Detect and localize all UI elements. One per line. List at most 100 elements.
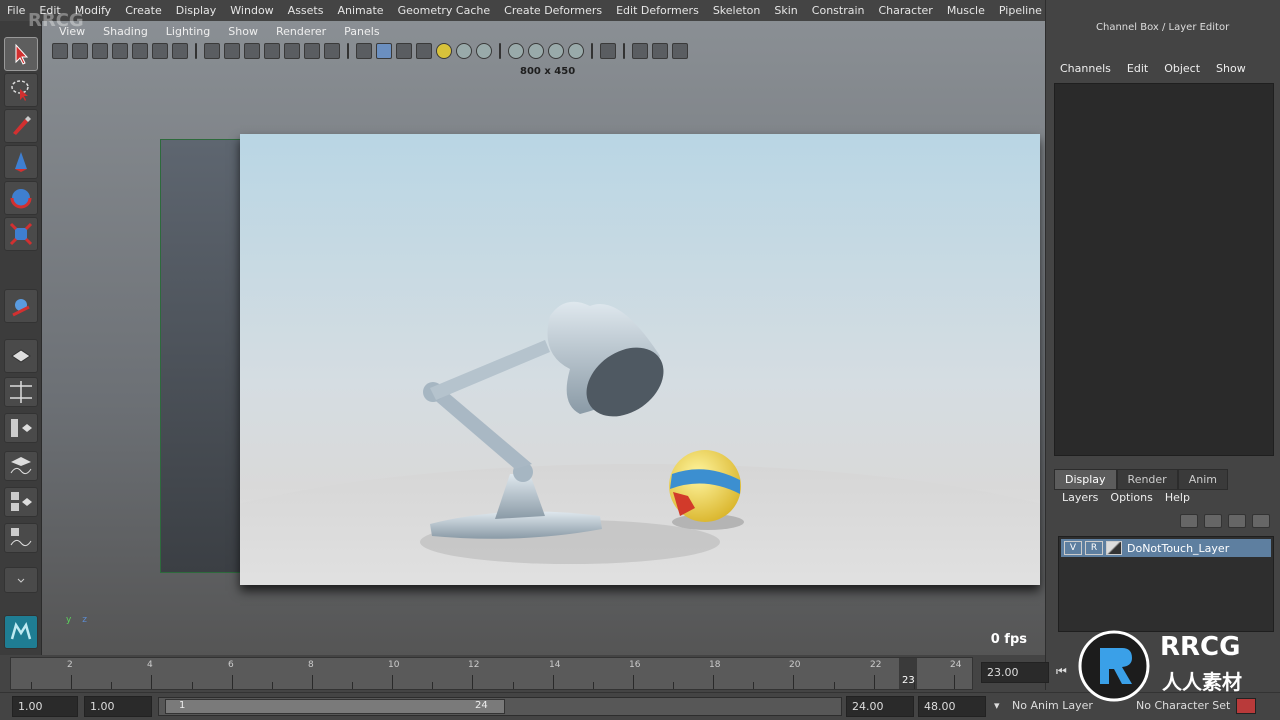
rotate-tool[interactable] bbox=[4, 181, 38, 215]
use-all-lights-icon[interactable] bbox=[436, 43, 452, 59]
paint-select-tool[interactable] bbox=[4, 109, 38, 143]
layout-four-button[interactable] bbox=[4, 377, 38, 407]
manipulator-tool[interactable] bbox=[4, 289, 38, 323]
channel-menu-object[interactable]: Object bbox=[1156, 62, 1208, 75]
layout-hypershade-button[interactable] bbox=[4, 487, 38, 517]
scale-tool[interactable] bbox=[4, 217, 38, 251]
menu-character[interactable]: Character bbox=[872, 4, 940, 17]
range-slider-handle[interactable] bbox=[165, 699, 505, 714]
lasso-icon bbox=[11, 80, 29, 101]
layout-more-button[interactable] bbox=[4, 567, 38, 593]
channel-menu-edit[interactable]: Edit bbox=[1119, 62, 1156, 75]
new-layer-icon[interactable] bbox=[1228, 514, 1246, 528]
anim-end-field[interactable]: 24.00 bbox=[846, 696, 914, 717]
layout-persp-graph-button[interactable] bbox=[4, 523, 38, 553]
move-layer-down-icon[interactable] bbox=[1204, 514, 1222, 528]
default-lighting-icon[interactable] bbox=[476, 43, 492, 59]
multisample-icon[interactable] bbox=[548, 43, 564, 59]
field-chart-icon[interactable] bbox=[284, 43, 300, 59]
panel-menu-panels[interactable]: Panels bbox=[335, 25, 388, 38]
menu-animate[interactable]: Animate bbox=[330, 4, 390, 17]
safe-action-icon[interactable] bbox=[304, 43, 320, 59]
panel-menu-renderer[interactable]: Renderer bbox=[267, 25, 335, 38]
xray-joints-icon[interactable] bbox=[652, 43, 668, 59]
main-menubar: File Edit Modify Create Display Window Assets A… bbox=[0, 0, 1119, 21]
time-tick bbox=[432, 682, 433, 689]
menu-constrain[interactable]: Constrain bbox=[805, 4, 872, 17]
select-camera-icon[interactable] bbox=[52, 43, 68, 59]
textured-icon[interactable] bbox=[416, 43, 432, 59]
current-time-field[interactable]: 23.00 bbox=[981, 662, 1049, 683]
gate-mask-icon[interactable] bbox=[264, 43, 280, 59]
time-slider[interactable]: 23 2 4 6 8 10 12 14 16 18 20 22 24 bbox=[10, 657, 973, 690]
tab-render[interactable]: Render bbox=[1116, 469, 1178, 490]
menu-create[interactable]: Create bbox=[118, 4, 169, 17]
layer-color-swatch[interactable] bbox=[1106, 541, 1122, 555]
move-layer-up-icon[interactable] bbox=[1180, 514, 1198, 528]
isolate-select-icon[interactable] bbox=[600, 43, 616, 59]
layout-graph-button[interactable] bbox=[4, 451, 38, 481]
layer-menu-layers[interactable]: Layers bbox=[1056, 491, 1104, 504]
menu-geometry-cache[interactable]: Geometry Cache bbox=[391, 4, 498, 17]
smooth-shade-icon[interactable] bbox=[376, 43, 392, 59]
xray-icon[interactable] bbox=[632, 43, 648, 59]
menu-assets[interactable]: Assets bbox=[281, 4, 331, 17]
panel-menu-show[interactable]: Show bbox=[219, 25, 267, 38]
channel-box[interactable] bbox=[1054, 83, 1274, 456]
chevron-down-icon[interactable]: ▾ bbox=[994, 699, 1000, 712]
new-layer-selected-icon[interactable] bbox=[1252, 514, 1270, 528]
lasso-tool[interactable] bbox=[4, 73, 38, 107]
time-tick bbox=[513, 682, 514, 689]
motion-blur-icon[interactable] bbox=[528, 43, 544, 59]
menu-edit-deformers[interactable]: Edit Deformers bbox=[609, 4, 706, 17]
layer-menu-options[interactable]: Options bbox=[1104, 491, 1158, 504]
layer-name[interactable]: DoNotTouch_Layer bbox=[1127, 542, 1229, 555]
persp-graph-icon bbox=[10, 528, 32, 547]
shadows-icon[interactable] bbox=[456, 43, 472, 59]
safe-title-icon[interactable] bbox=[324, 43, 340, 59]
layout-single-button[interactable] bbox=[4, 339, 38, 373]
layer-display-type-toggle[interactable]: R bbox=[1085, 541, 1103, 555]
select-tool[interactable] bbox=[4, 37, 38, 71]
wireframe-icon[interactable] bbox=[356, 43, 372, 59]
tab-anim[interactable]: Anim bbox=[1177, 469, 1228, 490]
menu-skeleton[interactable]: Skeleton bbox=[706, 4, 768, 17]
panel-menu-lighting[interactable]: Lighting bbox=[157, 25, 219, 38]
xray-components-icon[interactable] bbox=[672, 43, 688, 59]
layer-visibility-toggle[interactable]: V bbox=[1064, 541, 1082, 555]
grease-pencil-icon[interactable] bbox=[152, 43, 168, 59]
snapshot-icon[interactable] bbox=[172, 43, 188, 59]
menu-muscle[interactable]: Muscle bbox=[940, 4, 992, 17]
end-time-field[interactable]: 48.00 bbox=[918, 696, 986, 717]
panel-menu-shading[interactable]: Shading bbox=[94, 25, 157, 38]
start-time-field[interactable]: 1.00 bbox=[12, 696, 78, 717]
range-slider[interactable]: 1 24 bbox=[158, 697, 842, 716]
menu-skin[interactable]: Skin bbox=[767, 4, 804, 17]
bookmarks-icon[interactable] bbox=[92, 43, 108, 59]
menu-create-deformers[interactable]: Create Deformers bbox=[497, 4, 609, 17]
layer-menu-help[interactable]: Help bbox=[1159, 491, 1196, 504]
menu-window[interactable]: Window bbox=[223, 4, 280, 17]
film-gate-icon[interactable] bbox=[224, 43, 240, 59]
time-tick bbox=[192, 682, 193, 689]
channel-menu-show[interactable]: Show bbox=[1208, 62, 1254, 75]
grid-icon[interactable] bbox=[204, 43, 220, 59]
perspective-viewport[interactable]: View Shading Lighting Show Renderer Panels bbox=[42, 21, 1045, 655]
time-tick bbox=[151, 675, 152, 689]
layer-row[interactable]: V R DoNotTouch_Layer bbox=[1061, 539, 1271, 557]
move-tool[interactable] bbox=[4, 145, 38, 179]
playback-controls[interactable]: ⏮ bbox=[1056, 664, 1067, 679]
anim-start-field[interactable]: 1.00 bbox=[84, 696, 152, 717]
depth-of-field-icon[interactable] bbox=[568, 43, 584, 59]
2d-pan-zoom-icon[interactable] bbox=[132, 43, 148, 59]
wireframe-on-shaded-icon[interactable] bbox=[396, 43, 412, 59]
logo-text: RRCG bbox=[1160, 632, 1241, 662]
resolution-gate-icon[interactable] bbox=[244, 43, 260, 59]
tab-display[interactable]: Display bbox=[1054, 469, 1117, 490]
channel-menu-channels[interactable]: Channels bbox=[1052, 62, 1119, 75]
image-plane-icon[interactable] bbox=[112, 43, 128, 59]
camera-attributes-icon[interactable] bbox=[72, 43, 88, 59]
layout-outliner-button[interactable] bbox=[4, 413, 38, 443]
ambient-occlusion-icon[interactable] bbox=[508, 43, 524, 59]
menu-display[interactable]: Display bbox=[169, 4, 224, 17]
